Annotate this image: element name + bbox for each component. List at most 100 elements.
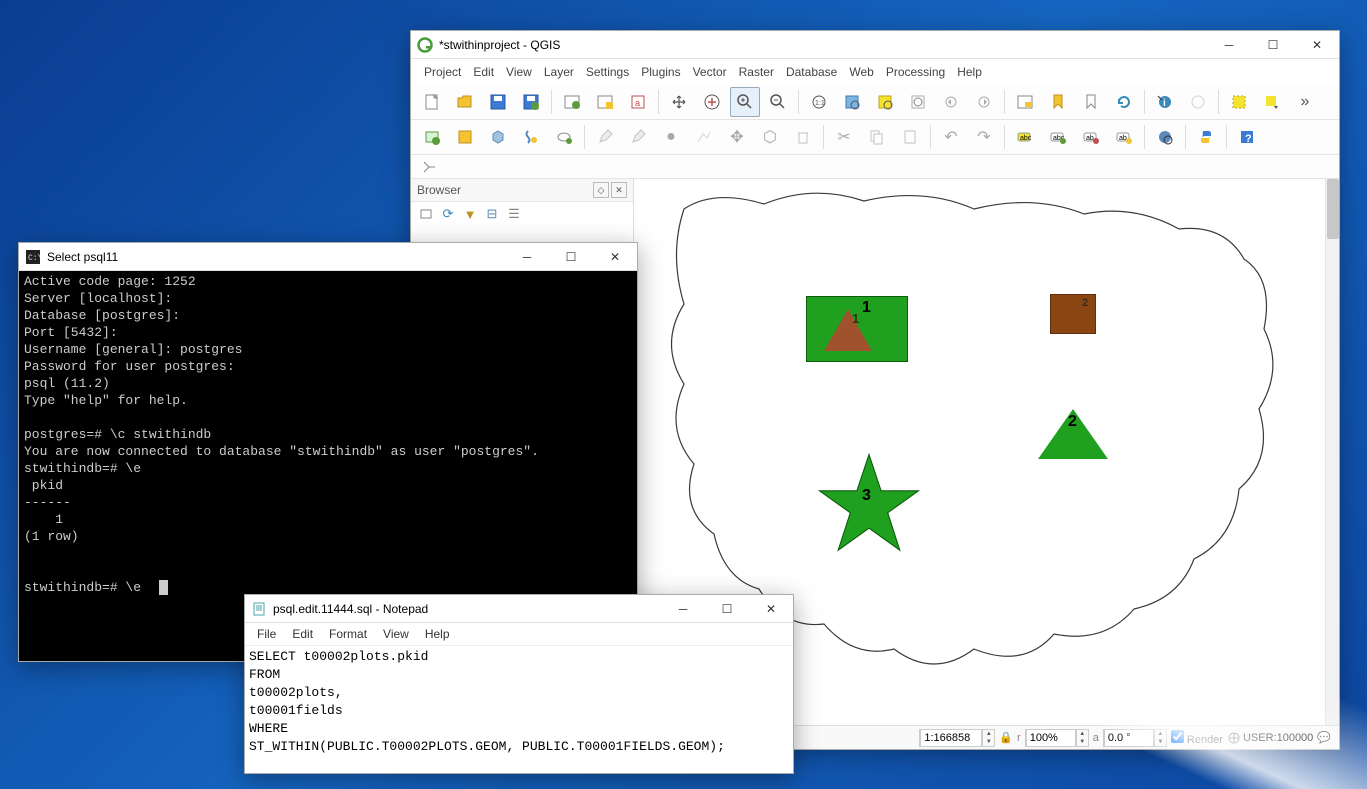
digitize-button[interactable] (689, 122, 719, 152)
zoom-out-button[interactable] (763, 87, 793, 117)
toolbar-chevron-icon[interactable]: » (1290, 87, 1320, 117)
layout-manager-button[interactable] (590, 87, 620, 117)
menu-format[interactable]: Format (323, 625, 373, 643)
qgis-titlebar[interactable]: *stwithinproject - QGIS ─ ☐ ✕ (411, 31, 1339, 59)
new-geopackage-button[interactable] (450, 122, 480, 152)
close-button[interactable]: ✕ (593, 243, 637, 271)
new-virtual-button[interactable] (549, 122, 579, 152)
new-layout-button[interactable] (557, 87, 587, 117)
menu-plugins[interactable]: Plugins (636, 63, 685, 81)
label-tool-4-button[interactable]: ab (1109, 122, 1139, 152)
pan-selection-button[interactable] (697, 87, 727, 117)
node-tool-button[interactable]: ⬡ (755, 122, 785, 152)
notepad-content[interactable]: SELECT t00002plots.pkid FROM t00002plots… (245, 646, 793, 758)
add-layer-icon[interactable] (417, 205, 435, 223)
menu-view[interactable]: View (501, 63, 537, 81)
panel-float-button[interactable]: ◇ (593, 182, 609, 198)
menu-edit[interactable]: Edit (286, 625, 319, 643)
rotation-input[interactable]: ▲▼ (1103, 729, 1167, 747)
refresh-browser-icon[interactable]: ⟳ (439, 205, 457, 223)
redo-button[interactable]: ↷ (969, 122, 999, 152)
show-bookmarks-button[interactable] (1076, 87, 1106, 117)
menu-database[interactable]: Database (781, 63, 842, 81)
label-tool-button[interactable]: abc (1010, 122, 1040, 152)
save-as-button[interactable] (516, 87, 546, 117)
terminal-titlebar[interactable]: C:\ Select psql11 ─ ☐ ✕ (19, 243, 637, 271)
close-button[interactable]: ✕ (749, 595, 793, 623)
select-dropdown-button[interactable] (1257, 87, 1287, 117)
snapping-button[interactable] (417, 157, 441, 177)
menu-help[interactable]: Help (952, 63, 987, 81)
style-manager-button[interactable]: a (623, 87, 653, 117)
menu-web[interactable]: Web (844, 63, 878, 81)
help-contents-button[interactable]: ? (1232, 122, 1262, 152)
lock-icon[interactable]: 🔒 (999, 731, 1013, 744)
svg-text:i: i (1163, 98, 1166, 109)
zoom-full-button[interactable] (837, 87, 867, 117)
zoom-layer-button[interactable] (903, 87, 933, 117)
menu-vector[interactable]: Vector (688, 63, 732, 81)
maximize-button[interactable]: ☐ (1251, 31, 1295, 59)
menu-project[interactable]: Project (419, 63, 466, 81)
menu-processing[interactable]: Processing (881, 63, 950, 81)
filter-browser-icon[interactable]: ▼ (461, 205, 479, 223)
minimize-button[interactable]: ─ (505, 243, 549, 271)
crs-button[interactable]: USER:100000 (1227, 731, 1313, 745)
scale-input[interactable]: ▲▼ (919, 729, 995, 747)
render-checkbox[interactable]: Render (1171, 730, 1223, 746)
properties-widget-icon[interactable]: ☰ (505, 205, 523, 223)
select-features-button[interactable] (1224, 87, 1254, 117)
menu-view[interactable]: View (377, 625, 415, 643)
svg-text:abc: abc (1020, 135, 1032, 142)
undo-button[interactable]: ↶ (936, 122, 966, 152)
python-console-button[interactable] (1191, 122, 1221, 152)
new-map-button[interactable] (1010, 87, 1040, 117)
zoom-in-button[interactable] (730, 87, 760, 117)
menu-raster[interactable]: Raster (734, 63, 779, 81)
map-scrollbar[interactable] (1325, 179, 1339, 747)
move-feature-button[interactable]: ✥ (722, 122, 752, 152)
field-label-2: 2 (1082, 297, 1088, 309)
zoom-native-button[interactable]: 1:1 (804, 87, 834, 117)
minimize-button[interactable]: ─ (1207, 31, 1251, 59)
label-tool-3-button[interactable]: ab (1076, 122, 1106, 152)
zoom-next-button[interactable] (969, 87, 999, 117)
action-button[interactable] (1183, 87, 1213, 117)
new-shapefile-button[interactable] (483, 122, 513, 152)
save-edits-button[interactable] (623, 122, 653, 152)
zoom-last-button[interactable] (936, 87, 966, 117)
new-spatialite-button[interactable] (516, 122, 546, 152)
new-bookmark-button[interactable] (1043, 87, 1073, 117)
qgis-toolbar-3 (411, 155, 1339, 179)
toggle-editing-button[interactable] (590, 122, 620, 152)
notepad-titlebar[interactable]: psql.edit.11444.sql - Notepad ─ ☐ ✕ (245, 595, 793, 623)
menu-edit[interactable]: Edit (468, 63, 499, 81)
add-feature-button[interactable]: ● (656, 122, 686, 152)
close-button[interactable]: ✕ (1295, 31, 1339, 59)
delete-selected-button[interactable] (788, 122, 818, 152)
new-project-button[interactable] (417, 87, 447, 117)
pan-button[interactable] (664, 87, 694, 117)
add-vector-button[interactable] (417, 122, 447, 152)
save-project-button[interactable] (483, 87, 513, 117)
refresh-button[interactable] (1109, 87, 1139, 117)
menu-file[interactable]: File (251, 625, 282, 643)
menu-layer[interactable]: Layer (539, 63, 579, 81)
menu-settings[interactable]: Settings (581, 63, 634, 81)
panel-close-button[interactable]: ✕ (611, 182, 627, 198)
minimize-button[interactable]: ─ (661, 595, 705, 623)
magnifier-input[interactable]: ▲▼ (1025, 729, 1089, 747)
maximize-button[interactable]: ☐ (705, 595, 749, 623)
paste-button[interactable] (895, 122, 925, 152)
cut-button[interactable]: ✂ (829, 122, 859, 152)
collapse-all-icon[interactable]: ⊟ (483, 205, 501, 223)
label-tool-2-button[interactable]: abc (1043, 122, 1073, 152)
copy-button[interactable] (862, 122, 892, 152)
messages-icon[interactable]: 💬 (1317, 731, 1331, 744)
identify-button[interactable]: i (1150, 87, 1180, 117)
menu-help[interactable]: Help (419, 625, 456, 643)
open-project-button[interactable] (450, 87, 480, 117)
maximize-button[interactable]: ☐ (549, 243, 593, 271)
zoom-selection-button[interactable] (870, 87, 900, 117)
metasearch-button[interactable] (1150, 122, 1180, 152)
